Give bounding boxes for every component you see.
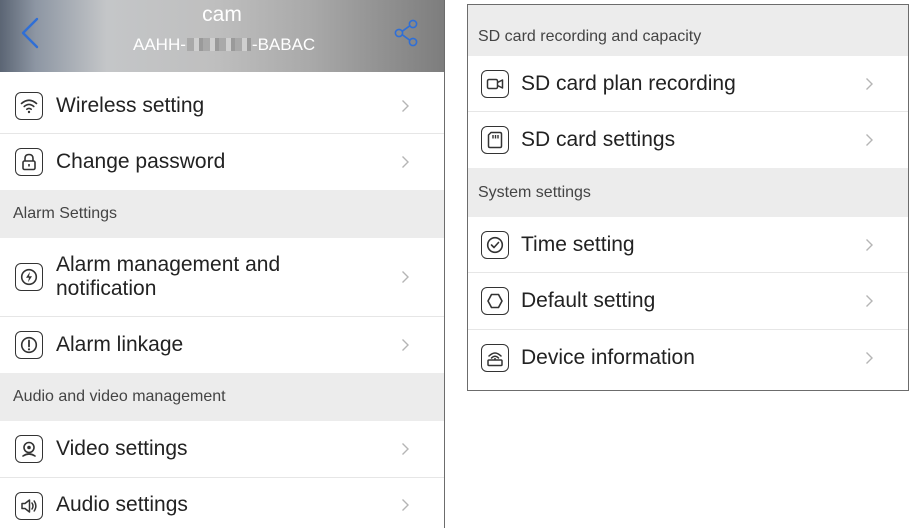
chevron-right-icon xyxy=(402,443,409,455)
device-info-icon xyxy=(481,344,509,372)
menu-item-label: Time setting xyxy=(521,232,635,256)
menu-item-wireless-setting[interactable]: Wireless setting xyxy=(0,78,444,134)
page-title: cam xyxy=(202,3,242,26)
speaker-icon xyxy=(15,492,43,520)
menu-item-video-settings[interactable]: Video settings xyxy=(0,421,444,478)
menu-item-label: Audio settings xyxy=(56,493,188,516)
menu-item-sd-card-plan-recording[interactable]: SD card plan recording xyxy=(468,56,908,112)
menu-item-label: Change password xyxy=(56,150,226,173)
menu-item-change-password[interactable]: Change password xyxy=(0,134,444,190)
menu-item-device-information[interactable]: Device information xyxy=(468,330,908,386)
menu-item-time-setting[interactable]: Time setting xyxy=(468,217,908,273)
section-label: System settings xyxy=(478,183,591,201)
chevron-right-icon xyxy=(866,134,873,146)
section-label: SD card recording and capacity xyxy=(478,28,702,45)
menu-item-label: SD card settings xyxy=(521,128,676,151)
device-id-suffix: -BABAC xyxy=(251,35,316,54)
chevron-right-icon xyxy=(402,499,409,511)
menu-item-label: Alarm linkage xyxy=(56,333,184,356)
chevron-right-icon xyxy=(866,238,873,251)
chevron-right-icon xyxy=(866,352,873,364)
menu-item-label: Wireless setting xyxy=(56,93,205,117)
alert-circle-icon xyxy=(15,331,43,359)
menu-item-audio-settings[interactable]: Audio settings xyxy=(0,478,444,528)
menu-item-sd-card-settings[interactable]: SD card settings xyxy=(468,112,908,168)
settings-panel-left: cam AAHH- -BABAC Wireless setting Change… xyxy=(0,0,445,528)
wifi-icon xyxy=(15,91,43,120)
camera-lens-icon xyxy=(15,435,43,463)
hexagon-icon xyxy=(481,287,509,315)
chevron-right-icon xyxy=(866,77,873,90)
chevron-right-icon xyxy=(402,271,409,283)
chevron-right-icon xyxy=(402,339,409,351)
device-header: cam AAHH- -BABAC xyxy=(0,0,444,72)
menu-item-label: Alarm management and notification xyxy=(56,253,281,300)
alarm-bolt-icon xyxy=(15,263,43,291)
share-icon xyxy=(394,19,418,47)
section-header-alarm-settings: Alarm Settings xyxy=(0,190,444,238)
menu-item-label: Device information xyxy=(521,346,695,369)
clock-check-icon xyxy=(481,230,509,259)
menu-item-label: Video settings xyxy=(56,437,188,460)
section-header-sd-card: SD card recording and capacity xyxy=(468,5,908,56)
section-header-audio-video: Audio and video management xyxy=(0,373,444,421)
share-button[interactable] xyxy=(392,18,422,48)
menu-item-alarm-management[interactable]: Alarm management and notification xyxy=(0,238,444,317)
settings-panel-right: SD card recording and capacity SD card p… xyxy=(467,4,909,391)
section-label: Audio and video management xyxy=(13,388,226,405)
video-camera-icon xyxy=(481,69,509,98)
chevron-right-icon xyxy=(402,156,409,168)
sd-card-icon xyxy=(481,126,509,154)
chevron-right-icon xyxy=(866,295,873,307)
menu-item-label: SD card plan recording xyxy=(521,71,736,95)
chevron-right-icon xyxy=(402,99,409,112)
menu-item-default-setting[interactable]: Default setting xyxy=(468,273,908,330)
lock-icon xyxy=(15,148,43,176)
redacted-block xyxy=(186,38,251,51)
device-id: AAHH- -BABAC xyxy=(133,35,333,55)
menu-item-alarm-linkage[interactable]: Alarm linkage xyxy=(0,317,444,373)
section-label: Alarm Settings xyxy=(13,205,118,222)
section-header-system-settings: System settings xyxy=(468,168,908,217)
device-id-prefix: AAHH- xyxy=(133,35,186,54)
menu-item-label: Default setting xyxy=(521,289,656,312)
